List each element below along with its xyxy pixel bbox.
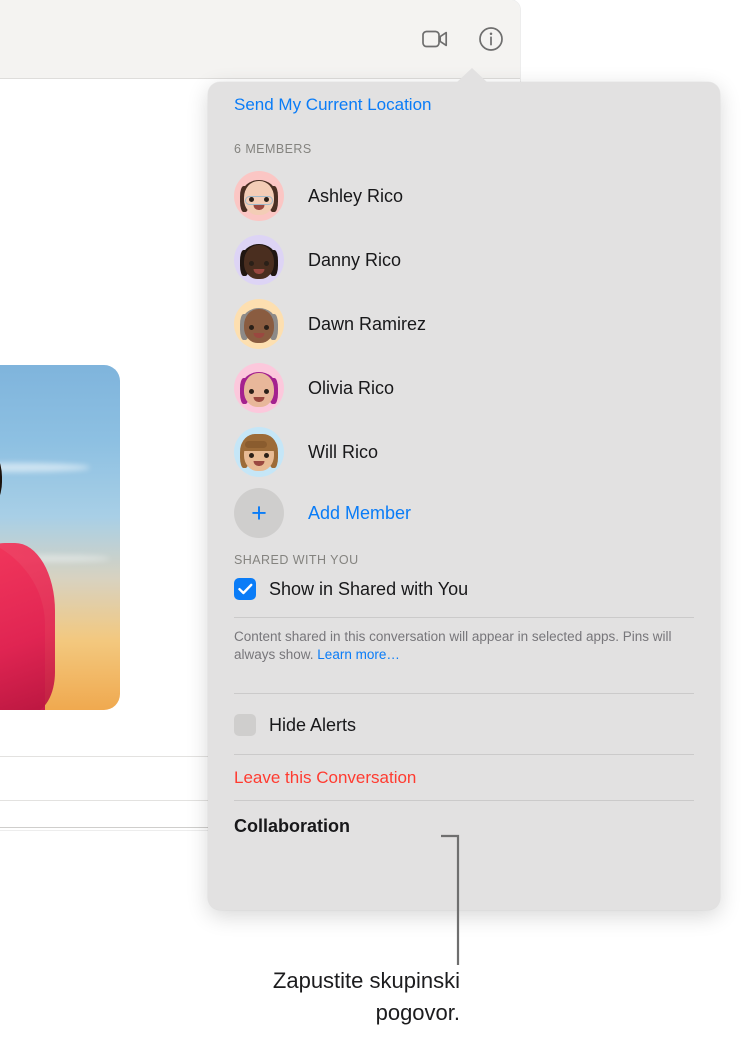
avatar-eye [264, 325, 269, 330]
avatar [234, 235, 284, 285]
member-name: Will Rico [308, 442, 378, 463]
avatar-glasses [245, 196, 273, 205]
photo-message-bubble[interactable] [0, 365, 120, 710]
plus-icon: + [234, 488, 284, 538]
member-row[interactable]: Olivia Rico [234, 356, 694, 420]
member-row[interactable]: Ashley Rico [234, 164, 694, 228]
member-row[interactable]: Danny Rico [234, 228, 694, 292]
checkbox-checked[interactable] [234, 578, 256, 600]
popover-tail [456, 68, 488, 83]
add-member-button[interactable]: + Add Member [234, 484, 694, 542]
figure-sleeve [0, 543, 55, 710]
hide-alerts-checkbox-row[interactable]: Hide Alerts [234, 703, 694, 747]
member-name: Danny Rico [308, 250, 401, 271]
avatar-eye [249, 261, 254, 266]
send-current-location-button[interactable]: Send My Current Location [234, 82, 694, 119]
checkbox-unchecked[interactable] [234, 714, 256, 736]
avatar-eye [264, 389, 269, 394]
members-section-label: 6 MEMBERS [234, 142, 694, 156]
callout-caption-line-2: pogovor. [120, 997, 460, 1029]
avatar-eye [264, 261, 269, 266]
conversation-details-popover: Send My Current Location 6 MEMBERS Ashle… [208, 82, 720, 910]
info-circle-icon[interactable] [476, 24, 506, 54]
avatar [234, 299, 284, 349]
figure-hair [0, 417, 2, 537]
callout-leader-line [440, 834, 464, 966]
leave-conversation-button[interactable]: Leave this Conversation [234, 768, 416, 788]
member-name: Ashley Rico [308, 186, 403, 207]
member-row[interactable]: Dawn Ramirez [234, 292, 694, 356]
shared-with-you-section-label: SHARED WITH YOU [234, 553, 694, 567]
avatar-cap-brim [245, 441, 267, 448]
member-name: Dawn Ramirez [308, 314, 426, 335]
avatar-eye [249, 325, 254, 330]
member-row[interactable]: Will Rico [234, 420, 694, 484]
window-toolbar [0, 0, 520, 79]
video-camera-icon[interactable] [420, 24, 450, 54]
collaboration-section: Collaboration [234, 801, 694, 851]
divider [234, 693, 694, 694]
toolbar-actions [420, 24, 506, 54]
callout-caption: Zapustite skupinski pogovor. [120, 965, 460, 1029]
avatar-cap [241, 434, 277, 451]
show-in-shared-with-you-checkbox-row[interactable]: Show in Shared with You [234, 567, 694, 611]
member-list: Ashley Rico Danny Rico Dawn Ramirez Olivia … [234, 164, 694, 484]
show-in-shared-with-you-label: Show in Shared with You [269, 579, 468, 600]
cloud-shape [0, 463, 90, 472]
avatar-eye [249, 389, 254, 394]
avatar [234, 171, 284, 221]
add-member-label: Add Member [308, 503, 411, 524]
shared-with-you-description: Content shared in this conversation will… [234, 618, 689, 664]
avatar-eye [264, 453, 269, 458]
shared-description-text: Content shared in this conversation will… [234, 629, 671, 662]
collaboration-title: Collaboration [234, 816, 350, 837]
callout-caption-line-1: Zapustite skupinski [120, 965, 460, 997]
avatar [234, 363, 284, 413]
learn-more-link[interactable]: Learn more… [317, 647, 400, 662]
leave-conversation-row[interactable]: Leave this Conversation [234, 755, 694, 800]
member-name: Olivia Rico [308, 378, 394, 399]
avatar [234, 427, 284, 477]
hide-alerts-label: Hide Alerts [269, 715, 356, 736]
avatar-eye [249, 453, 254, 458]
